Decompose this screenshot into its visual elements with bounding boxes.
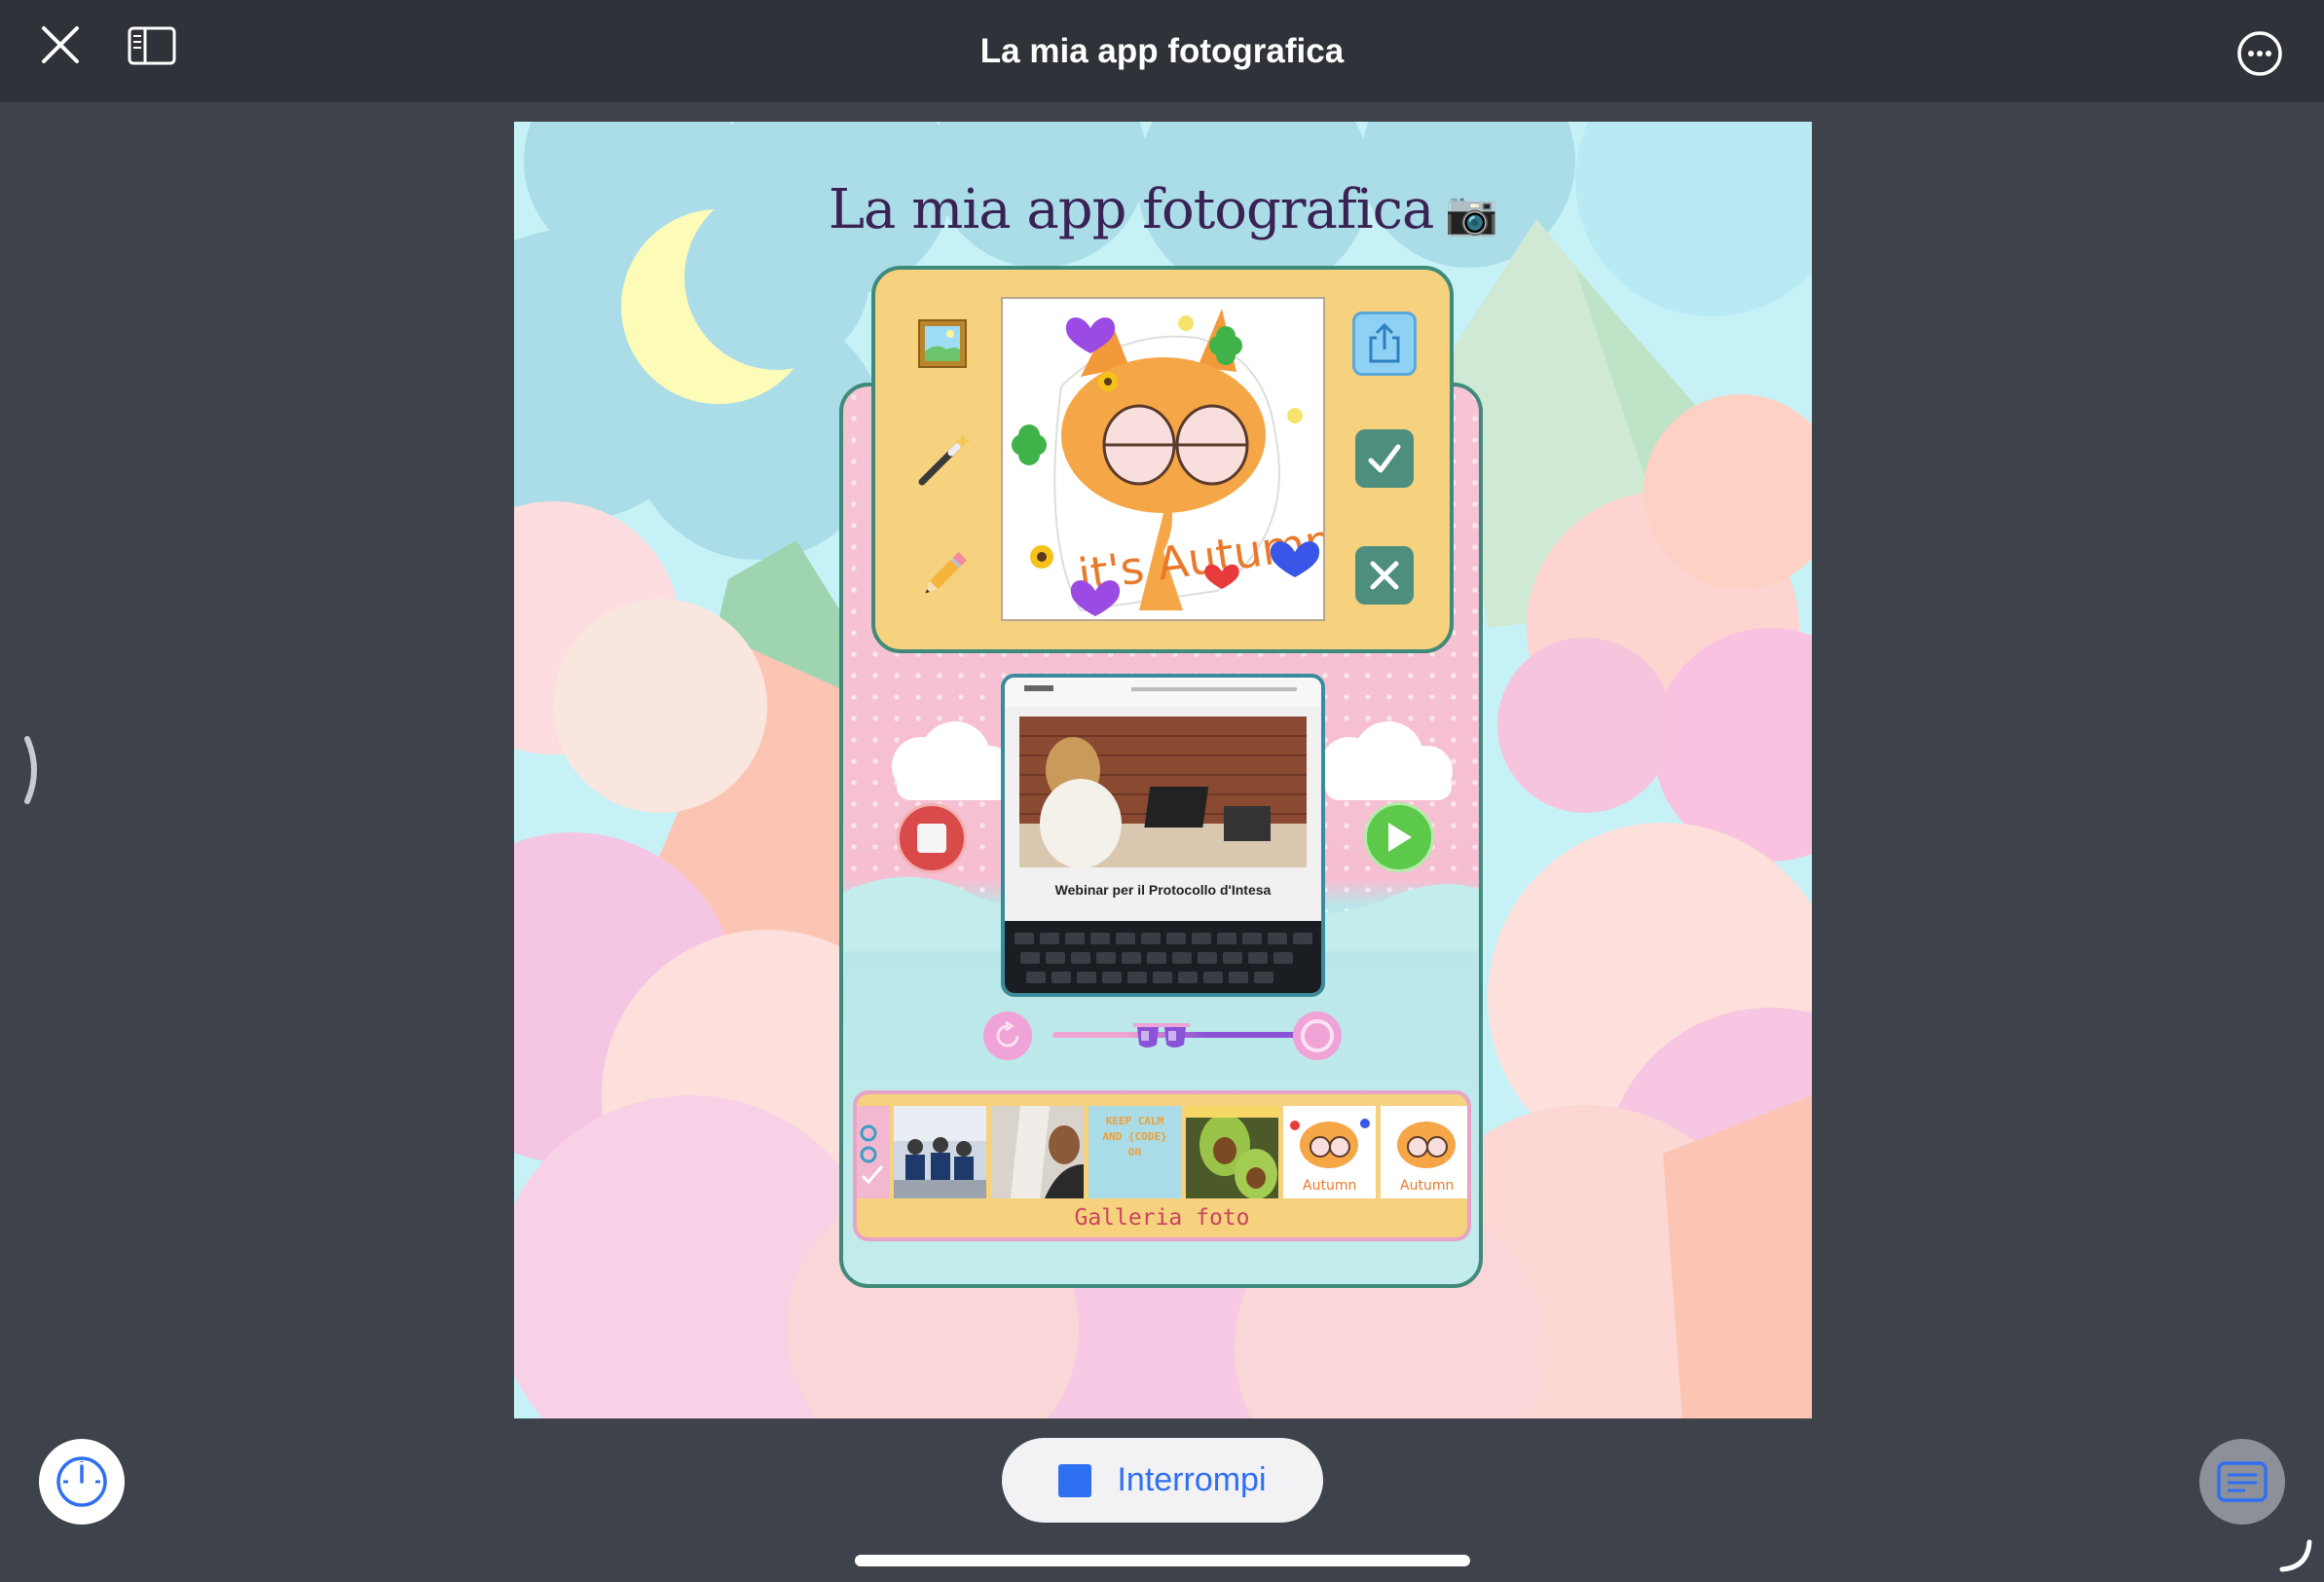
edited-photo: it's Autumn!	[1001, 297, 1325, 621]
refresh-icon	[996, 1020, 1019, 1048]
gallery-label: Galleria foto	[1074, 1205, 1250, 1231]
resize-handle-icon[interactable]	[2278, 1538, 2313, 1578]
pencil-icon[interactable]	[913, 545, 974, 606]
autumn-cat-illustration: it's Autumn!	[1003, 299, 1323, 619]
sunglasses-slider-thumb[interactable]	[1129, 1017, 1194, 1052]
app-title-text: La mia app fotografica	[828, 178, 1435, 241]
gallery-thumb[interactable]: KEEP CALM AND {CODE} ON	[1088, 1106, 1181, 1198]
stop-record-button[interactable]	[897, 803, 967, 873]
switch-camera-button[interactable]	[983, 1012, 1032, 1060]
more-icon[interactable]	[2235, 29, 2284, 78]
webinar-photo	[1005, 678, 1321, 993]
magic-wand-icon[interactable]	[913, 428, 974, 489]
gauge-icon	[56, 1456, 107, 1507]
gallery-thumb[interactable]: Autumn	[1283, 1106, 1376, 1198]
share-button[interactable]	[1352, 312, 1417, 376]
gauge-button[interactable]	[39, 1439, 125, 1525]
app-title: La mia app fotografica 📷	[514, 178, 1812, 241]
window-title: La mia app fotografica	[979, 31, 1345, 70]
gallery-scroll-handle[interactable]	[857, 1106, 890, 1198]
stop-button-label: Interrompi	[1117, 1461, 1267, 1498]
stage-canvas[interactable]: La mia app fotografica 📷 it's Autumn! We…	[514, 122, 1812, 1418]
keep-calm-poster: KEEP CALM AND {CODE} ON	[1102, 1115, 1167, 1159]
stop-square-icon	[1058, 1463, 1092, 1497]
svg-text:Autumn: Autumn	[1400, 1178, 1454, 1194]
sunglasses-icon	[1133, 1023, 1190, 1048]
play-icon	[1388, 823, 1412, 852]
stop-button[interactable]: Interrompi	[1002, 1438, 1323, 1523]
shutter-icon	[1301, 1019, 1334, 1052]
play-button[interactable]	[1364, 802, 1434, 872]
notes-button[interactable]	[2199, 1439, 2285, 1525]
picture-frame-icon[interactable]	[915, 316, 970, 371]
home-indicator[interactable]	[855, 1555, 1470, 1566]
svg-text:Autumn: Autumn	[1303, 1178, 1356, 1194]
cancel-button[interactable]	[1355, 546, 1414, 605]
shutter-button[interactable]	[1293, 1012, 1342, 1060]
video-caption: Webinar per il Protocollo d'Intesa	[1054, 882, 1272, 898]
gallery-thumb[interactable]	[1186, 1106, 1278, 1198]
notes-icon	[2217, 1461, 2268, 1502]
top-bar: La mia app fotografica	[0, 0, 2324, 102]
camera-preview: Webinar per il Protocollo d'Intesa	[1001, 674, 1325, 997]
gallery-thumb[interactable]	[991, 1106, 1084, 1198]
chevron-right-icon[interactable]	[21, 735, 47, 810]
gallery-thumb[interactable]: Autumn	[1381, 1106, 1467, 1198]
stop-icon	[917, 824, 946, 853]
gallery-thumb[interactable]	[894, 1106, 986, 1198]
photo-gallery: KEEP CALM AND {CODE} ON Autumn Autumn Ga…	[853, 1090, 1471, 1241]
confirm-button[interactable]	[1355, 429, 1414, 488]
camera-icon: 📷	[1445, 189, 1498, 239]
